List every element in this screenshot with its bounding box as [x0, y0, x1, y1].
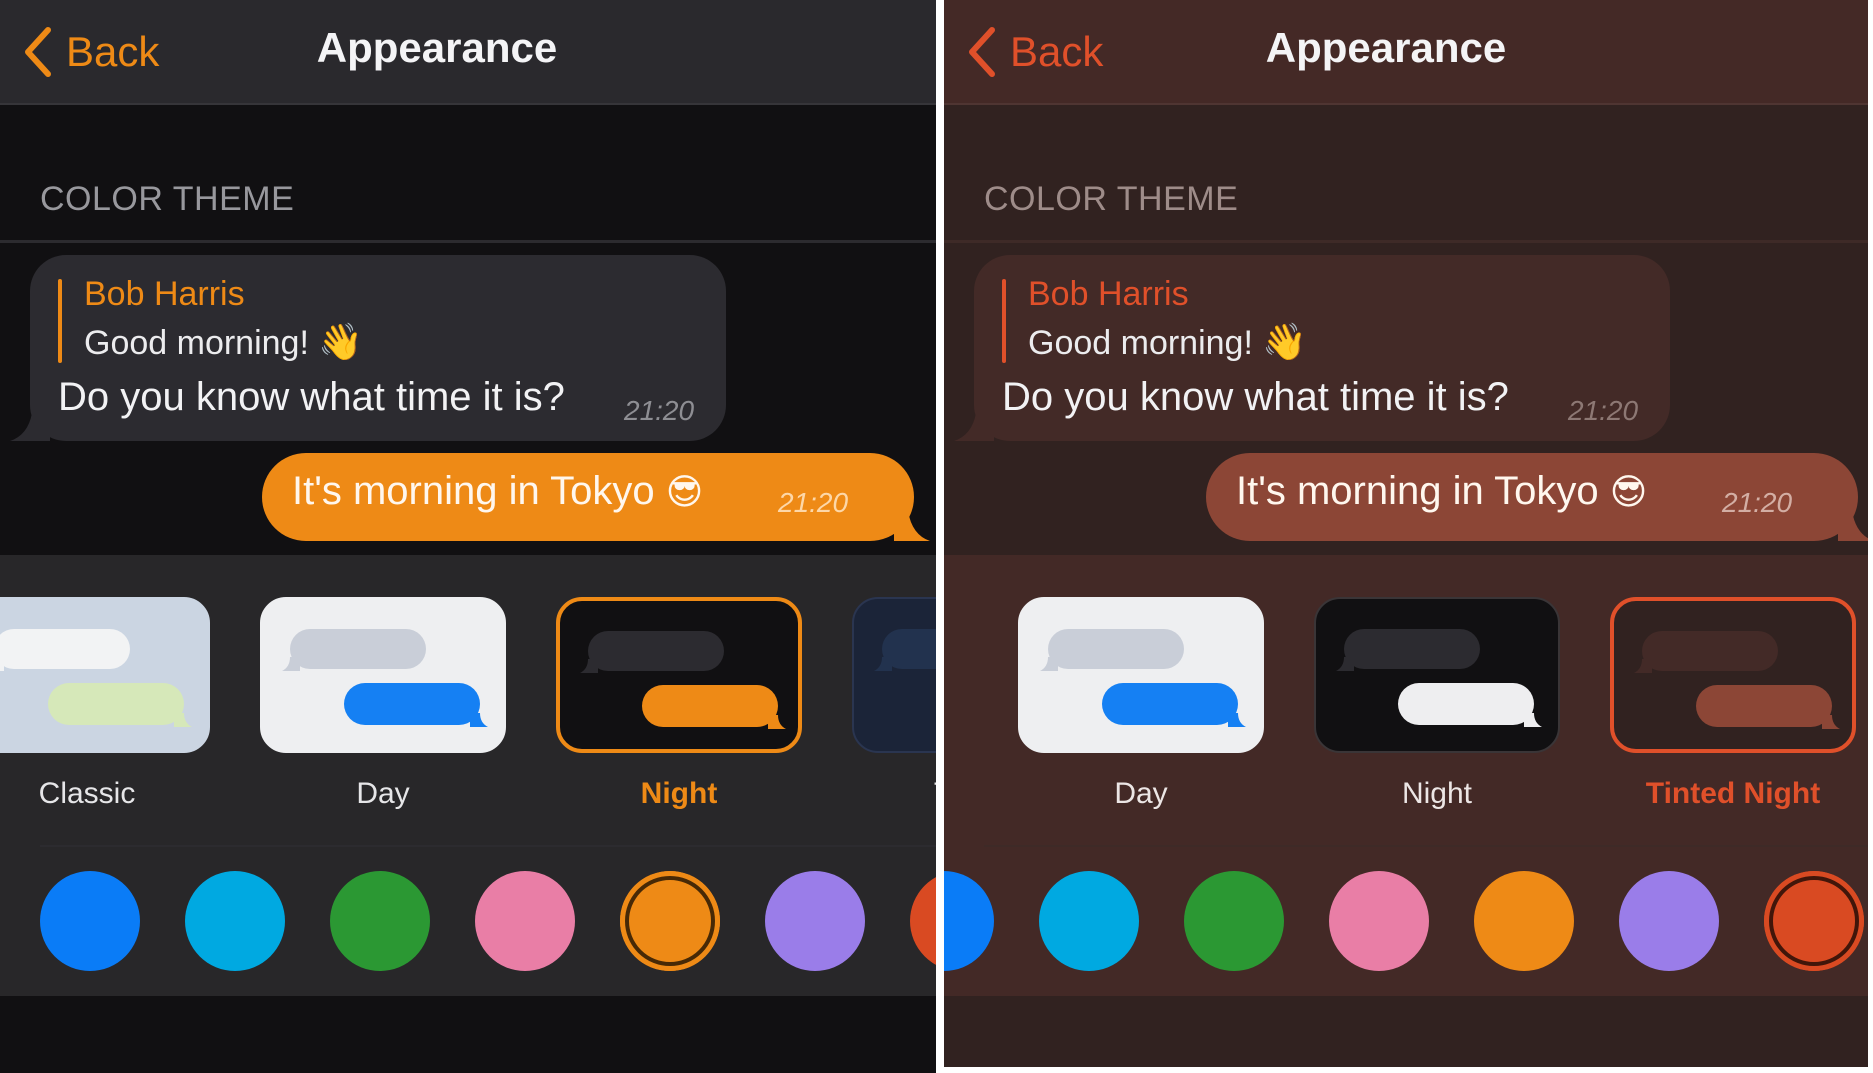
color-swatch-cyan[interactable] — [185, 871, 285, 971]
theme-option-day[interactable] — [1018, 597, 1264, 753]
preview-incoming-bubble — [580, 631, 724, 673]
theme-label-classic[interactable]: Classic — [0, 777, 210, 811]
bubble-tail-icon — [894, 511, 930, 541]
preview-incoming-bubble — [0, 629, 130, 671]
tinted-night-theme-screen: Back Appearance COLOR THEME Bob Harris G… — [944, 0, 1868, 1067]
bubble-tail-icon — [1838, 511, 1868, 541]
reply-sender-name: Bob Harris — [1028, 275, 1189, 313]
preview-incoming-bubble — [1634, 631, 1778, 673]
background — [944, 996, 1868, 1067]
section-label-color-theme: COLOR THEME — [984, 180, 1239, 218]
preview-incoming-bubble — [282, 629, 426, 671]
incoming-message-bubble: Bob Harris Good morning! 👋 Do you know w… — [10, 255, 726, 441]
theme-option-night[interactable] — [1314, 597, 1560, 753]
section-label-color-theme: COLOR THEME — [40, 180, 295, 218]
theme-label-night[interactable]: Night — [1314, 777, 1560, 811]
chat-preview: Bob Harris Good morning! 👋 Do you know w… — [944, 243, 1868, 555]
theme-option-tinted[interactable] — [852, 597, 936, 753]
sunglasses-face-icon: 😎 — [1609, 472, 1648, 513]
color-swatch-blue[interactable] — [40, 871, 140, 971]
preview-outgoing-bubble — [1102, 683, 1246, 727]
color-swatch-cyan[interactable] — [1039, 871, 1139, 971]
incoming-message-time: 21:20 — [1568, 395, 1639, 426]
reply-indicator-bar — [1002, 279, 1006, 363]
color-swatch-blue[interactable] — [944, 871, 994, 971]
color-swatch-purple[interactable] — [1619, 871, 1719, 971]
preview-incoming-bubble — [1040, 629, 1184, 671]
reply-sender-name: Bob Harris — [84, 275, 245, 313]
theme-option-day[interactable] — [260, 597, 506, 753]
color-swatch-orange[interactable] — [620, 871, 720, 971]
color-swatch-orange[interactable] — [1474, 871, 1574, 971]
preview-outgoing-bubble — [1398, 683, 1542, 727]
divider — [40, 845, 936, 847]
outgoing-message-bubble: It's morning in Tokyo 😎 21:20 — [262, 453, 930, 541]
incoming-message-bubble: Bob Harris Good morning! 👋 Do you know w… — [954, 255, 1670, 441]
theme-label-day[interactable]: Day — [260, 777, 506, 811]
preview-outgoing-bubble — [344, 683, 488, 727]
chat-preview: Bob Harris Good morning! 👋 Do you know w… — [0, 243, 936, 555]
page-title: Appearance — [1265, 24, 1507, 71]
outgoing-message-text: It's morning in Tokyo 😎 — [292, 469, 704, 513]
reply-quote-text: Good morning! 👋 — [1028, 322, 1308, 363]
theme-label-day[interactable]: Day — [1018, 777, 1264, 811]
theme-option-classic[interactable] — [0, 597, 210, 753]
theme-label-night[interactable]: Night — [556, 777, 802, 811]
reply-quote-text: Good morning! 👋 — [84, 322, 364, 363]
theme-option-tinted-night[interactable] — [1610, 597, 1856, 753]
waving-hand-icon: 👋 — [1262, 322, 1308, 363]
bubble-tail-icon — [954, 413, 994, 441]
page-title: Appearance — [316, 24, 558, 71]
preview-outgoing-bubble — [642, 685, 786, 729]
sunglasses-face-icon: 😎 — [665, 472, 704, 513]
bubble-tail-icon — [10, 413, 50, 441]
preview-outgoing-bubble — [48, 683, 192, 727]
incoming-message-text: Do you know what time it is? — [58, 375, 565, 419]
waving-hand-icon: 👋 — [318, 322, 364, 363]
color-swatch-red[interactable] — [1764, 871, 1864, 971]
nav-bar: Back Appearance — [0, 0, 936, 105]
divider — [984, 845, 1868, 847]
color-swatch-green[interactable] — [330, 871, 430, 971]
theme-label-tinted-night[interactable]: Tinted Night — [1610, 777, 1856, 811]
outgoing-message-time: 21:20 — [778, 487, 849, 518]
incoming-message-text: Do you know what time it is? — [1002, 375, 1509, 419]
outgoing-message-bubble: It's morning in Tokyo 😎 21:20 — [1206, 453, 1868, 541]
nav-bar: Back Appearance — [944, 0, 1868, 105]
color-swatch-pink[interactable] — [475, 871, 575, 971]
reply-indicator-bar — [58, 279, 62, 363]
preview-outgoing-bubble — [1696, 685, 1840, 729]
theme-option-night[interactable] — [556, 597, 802, 753]
color-swatch-purple[interactable] — [765, 871, 865, 971]
background — [0, 996, 936, 1073]
night-theme-screen: Back Appearance COLOR THEME Bob Harris G… — [0, 0, 936, 1073]
incoming-message-time: 21:20 — [624, 395, 695, 426]
theme-picker: Classic Day Night Tinted — [0, 555, 936, 996]
outgoing-message-time: 21:20 — [1722, 487, 1793, 518]
color-swatch-pink[interactable] — [1329, 871, 1429, 971]
theme-picker: ClassicDayNightTinted Night — [944, 555, 1868, 996]
theme-label-tinted[interactable]: Tinted — [852, 777, 936, 811]
color-swatch-red[interactable] — [910, 871, 936, 971]
outgoing-message-text: It's morning in Tokyo 😎 — [1236, 469, 1648, 513]
preview-incoming-bubble — [1336, 629, 1480, 671]
color-swatch-green[interactable] — [1184, 871, 1284, 971]
preview-incoming-bubble — [874, 629, 936, 671]
